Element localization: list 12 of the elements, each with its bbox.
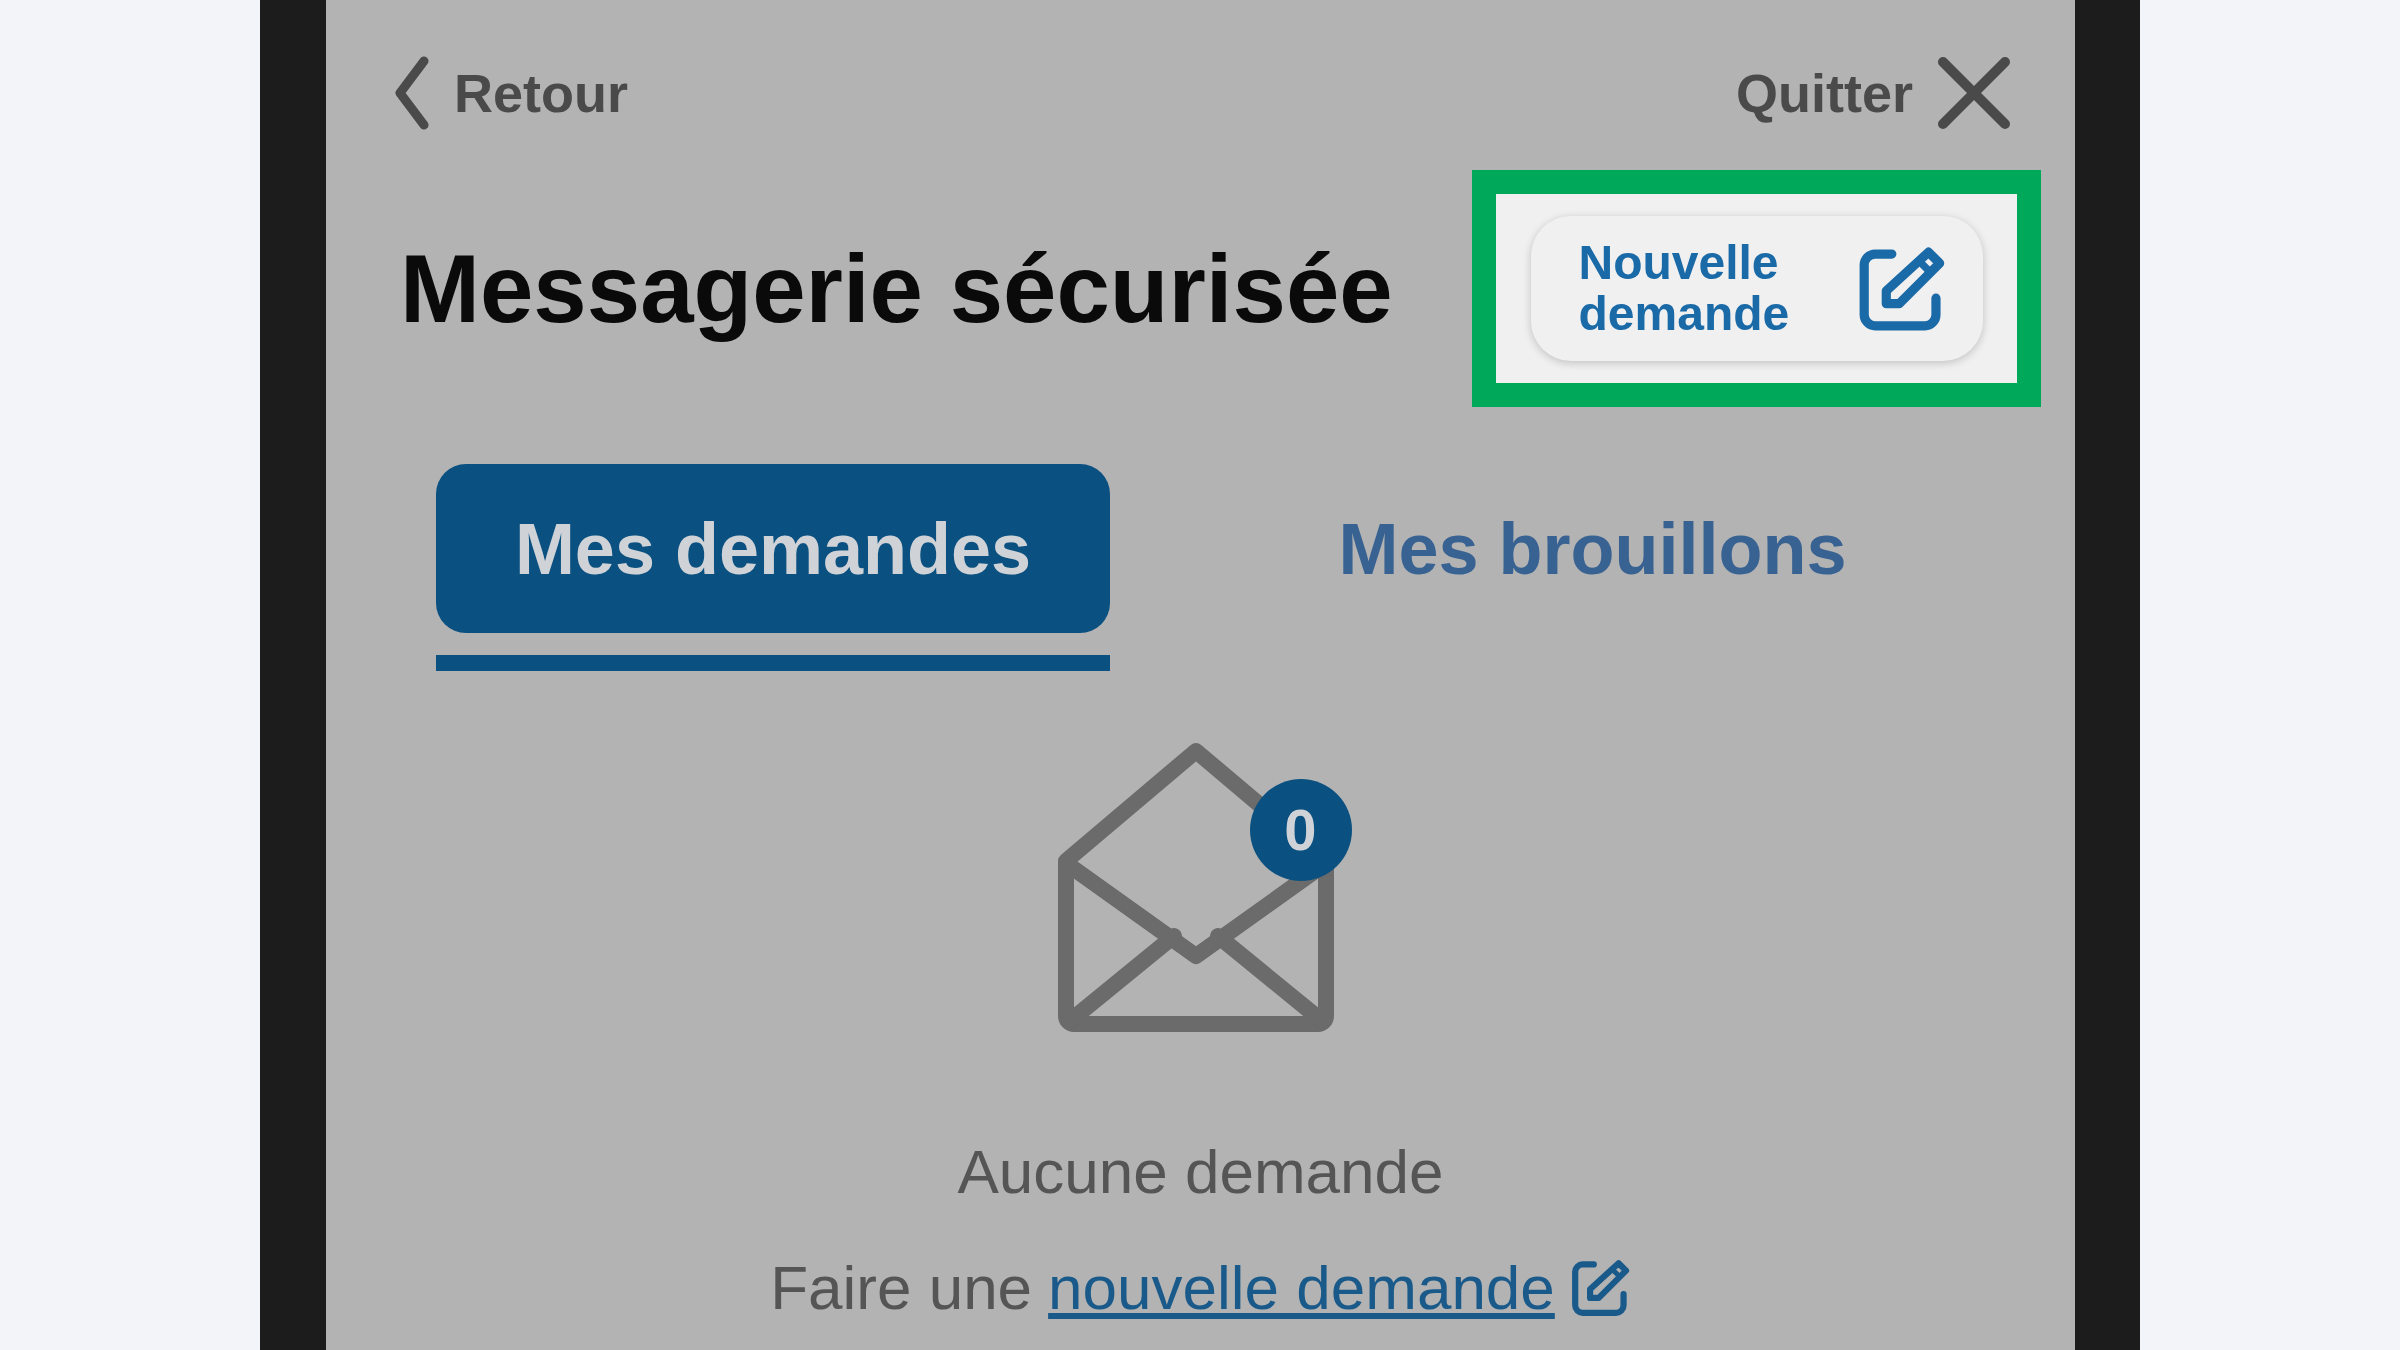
page-title: Messagerie sécurisée [400,233,1393,344]
count-badge: 0 [1249,779,1352,881]
chevron-left-icon [394,55,430,131]
tab[interactable]: Mes brouillons [1255,464,1930,633]
close-icon [1937,56,2011,130]
back-button[interactable]: Retour [394,55,628,131]
new-request-link[interactable]: nouvelle demande [1048,1255,1631,1321]
tab[interactable]: Mes demandes [436,464,1110,633]
quit-button[interactable]: Quitter [1736,56,2011,130]
new-request-button[interactable]: Nouvelle demande [1530,216,1983,361]
prompt-text: Faire une [770,1255,1033,1321]
empty-message: Aucune demande [957,1136,1444,1207]
